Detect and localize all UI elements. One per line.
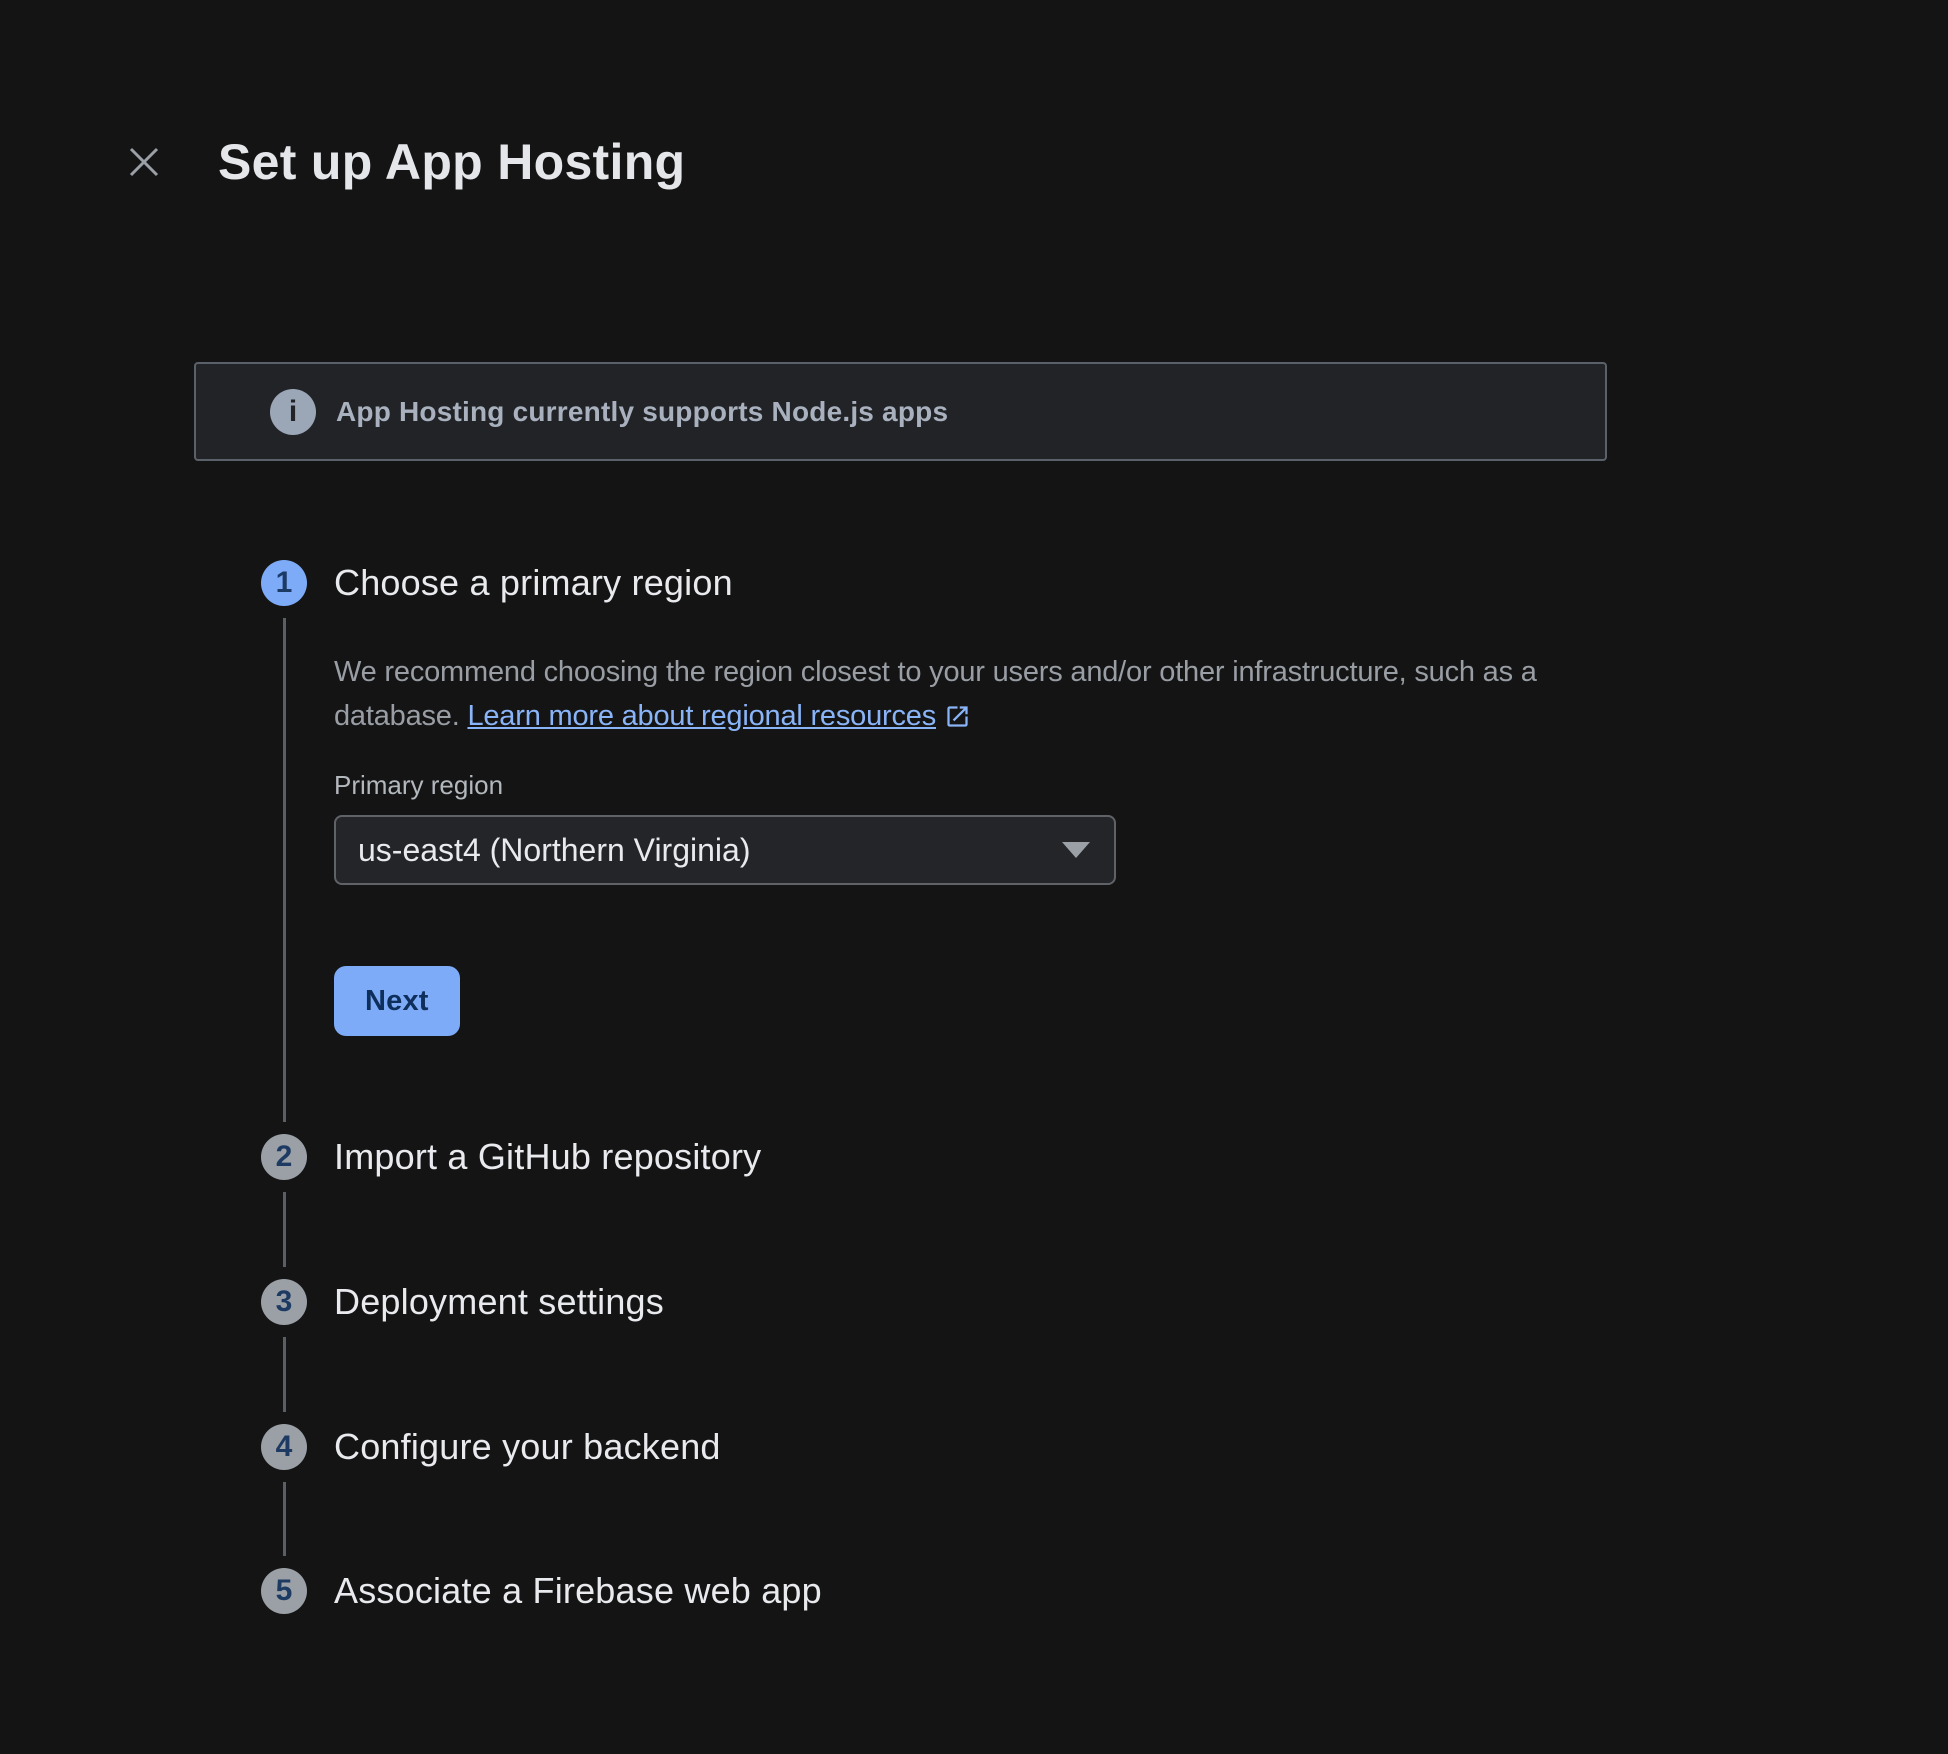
step-3-indicator: 3 xyxy=(261,1279,307,1325)
learn-more-label: Learn more about regional resources xyxy=(467,700,936,732)
stepper-connector xyxy=(283,1482,286,1556)
step-row-5: 5 Associate a Firebase web app xyxy=(261,1568,822,1614)
learn-more-link[interactable]: Learn more about regional resources xyxy=(467,700,971,732)
region-description: We recommend choosing the region closest… xyxy=(334,650,1590,738)
close-button[interactable] xyxy=(120,138,168,186)
next-button[interactable]: Next xyxy=(334,966,460,1036)
stepper-connector xyxy=(283,618,286,1122)
primary-region-select[interactable]: us-east4 (Northern Virginia) xyxy=(334,815,1116,885)
step-1-indicator: 1 xyxy=(261,560,307,606)
step-5-indicator: 5 xyxy=(261,1568,307,1614)
setup-app-hosting-dialog: Set up App Hosting i App Hosting current… xyxy=(0,0,1948,1754)
stepper-connector xyxy=(283,1337,286,1412)
selected-region-value: us-east4 (Northern Virginia) xyxy=(358,832,750,869)
step-row-4: 4 Configure your backend xyxy=(261,1424,721,1470)
info-icon: i xyxy=(270,389,316,435)
step-row-1: 1 Choose a primary region xyxy=(261,560,733,606)
step-row-3: 3 Deployment settings xyxy=(261,1279,664,1325)
step-4-label: Configure your backend xyxy=(334,1426,721,1468)
step-4-indicator: 4 xyxy=(261,1424,307,1470)
open-in-new-icon xyxy=(944,703,971,730)
step-5-label: Associate a Firebase web app xyxy=(334,1570,822,1612)
step-row-2: 2 Import a GitHub repository xyxy=(261,1134,761,1180)
banner-text: App Hosting currently supports Node.js a… xyxy=(336,396,948,428)
step-2-label: Import a GitHub repository xyxy=(334,1136,761,1178)
info-banner: i App Hosting currently supports Node.js… xyxy=(194,362,1607,461)
step-2-indicator: 2 xyxy=(261,1134,307,1180)
step-3-label: Deployment settings xyxy=(334,1281,664,1323)
page-title: Set up App Hosting xyxy=(218,134,685,190)
close-icon xyxy=(128,146,160,178)
step-1-label: Choose a primary region xyxy=(334,562,733,604)
dropdown-arrow-icon xyxy=(1062,842,1090,858)
primary-region-label: Primary region xyxy=(334,770,503,801)
stepper-connector xyxy=(283,1192,286,1267)
